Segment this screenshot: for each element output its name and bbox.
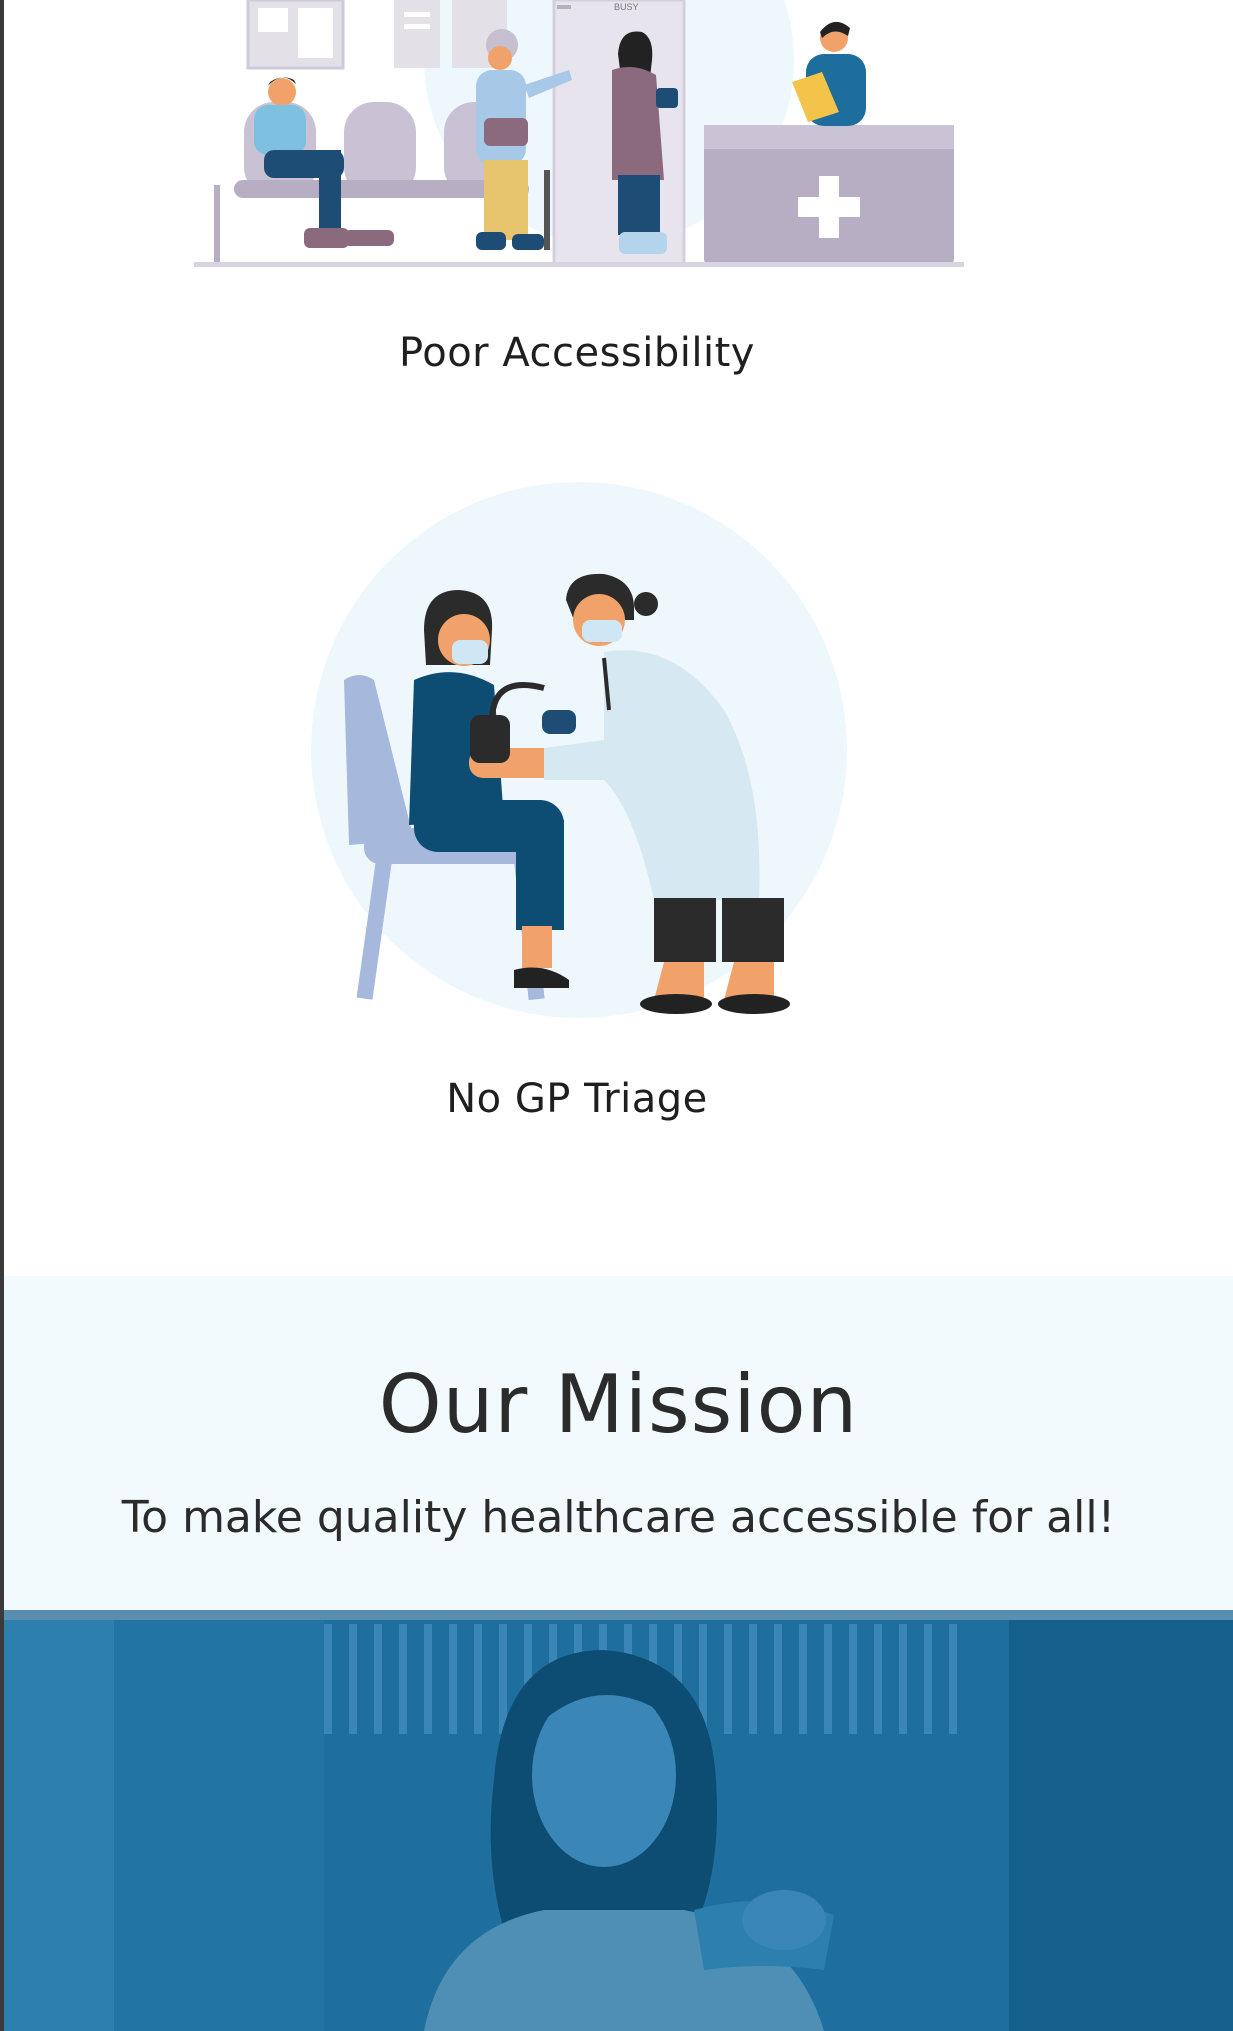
hero-image-section bbox=[4, 1610, 1233, 2031]
mission-section: Our Mission To make quality healthcare a… bbox=[4, 1276, 1233, 1610]
mission-statement: To make quality healthcare accessible fo… bbox=[121, 1492, 1116, 1543]
smiling-woman-photo bbox=[4, 1610, 1233, 2031]
svg-text:BUSY: BUSY bbox=[614, 2, 639, 12]
mission-heading: Our Mission bbox=[378, 1358, 859, 1451]
doctor-checkup-illustration bbox=[311, 482, 847, 1018]
waiting-room-illustration: BUSY bbox=[194, 0, 964, 267]
problem-label-no-gp-triage: No GP Triage bbox=[446, 1076, 708, 1122]
problem-label-poor-accessibility: Poor Accessibility bbox=[399, 330, 755, 376]
problems-section: BUSY Poor Accessibility No GP Triage bbox=[4, 0, 1233, 1276]
